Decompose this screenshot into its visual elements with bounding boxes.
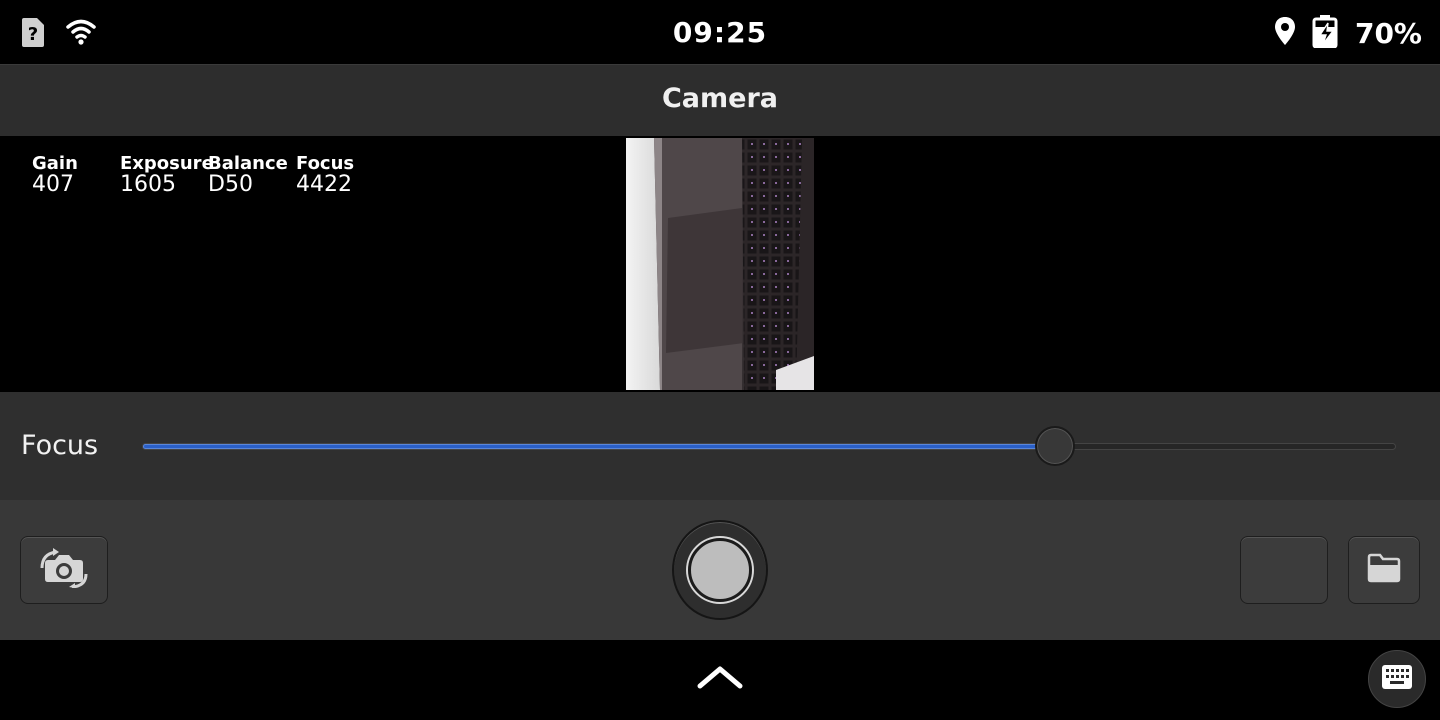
stat-value: 1605 <box>120 172 176 197</box>
chevron-up-icon[interactable] <box>696 662 744 696</box>
keyboard-icon <box>1381 664 1413 694</box>
focus-slider-panel: Focus <box>0 392 1440 500</box>
empty-toolbar-button[interactable] <box>1240 536 1328 604</box>
stat-value: 4422 <box>296 172 352 197</box>
gallery-button[interactable] <box>1348 536 1420 604</box>
battery-charging-icon <box>1311 14 1341 52</box>
page-title: Camera <box>661 83 778 114</box>
stat-gain: Gain 407 <box>32 154 78 196</box>
clock: 09:25 <box>672 16 768 49</box>
location-icon <box>1273 16 1297 50</box>
stat-value: 407 <box>32 172 74 197</box>
app-header: Camera <box>0 64 1440 136</box>
switch-camera-icon <box>40 548 88 592</box>
stat-exposure: Exposure 1605 <box>120 154 214 196</box>
stat-focus: Focus 4422 <box>296 154 354 196</box>
navigation-bar <box>0 640 1440 720</box>
stat-label: Gain <box>32 153 78 174</box>
keyboard-button[interactable] <box>1368 650 1426 708</box>
camera-feed-image <box>626 138 814 390</box>
stat-balance: Balance D50 <box>208 154 288 196</box>
gallery-folder-icon <box>1367 553 1401 587</box>
shutter-icon <box>688 538 752 602</box>
stat-value: D50 <box>208 172 253 197</box>
stat-label: Exposure <box>120 153 214 174</box>
stat-label: Focus <box>296 153 355 174</box>
battery-percent: 70% <box>1354 16 1422 50</box>
status-bar: ? 09:25 70% <box>0 0 1440 64</box>
focus-slider-fill <box>143 444 1055 449</box>
shutter-button[interactable] <box>672 520 768 620</box>
stat-label: Balance <box>208 153 288 174</box>
focus-slider-track[interactable] <box>142 443 1396 450</box>
camera-toolbar <box>0 500 1440 640</box>
switch-camera-button[interactable] <box>20 536 108 604</box>
camera-preview-area: Gain 407 Exposure 1605 Balance D50 Focus… <box>0 136 1440 392</box>
focus-slider-thumb[interactable] <box>1034 426 1075 466</box>
focus-slider-label: Focus <box>21 430 99 461</box>
